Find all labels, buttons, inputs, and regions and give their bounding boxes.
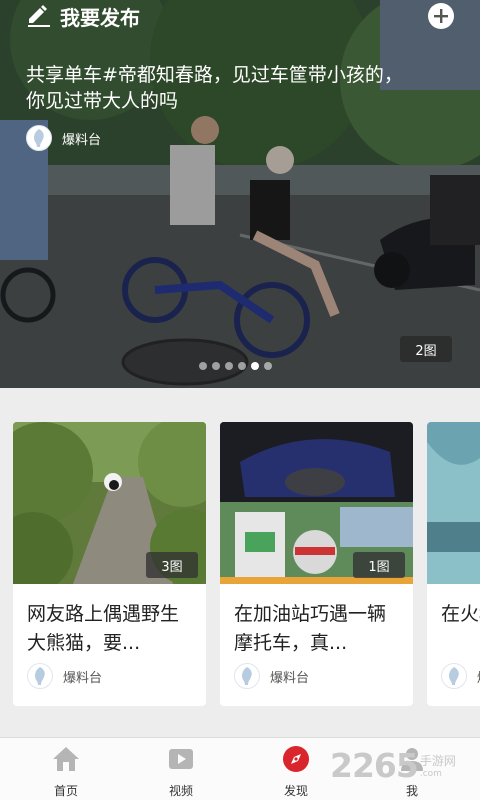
source-logo-icon	[35, 667, 45, 685]
avatar	[26, 125, 52, 151]
hero-source[interactable]: 爆料台	[26, 125, 101, 151]
carousel-indicator	[199, 362, 272, 370]
source-logo-icon	[34, 129, 44, 147]
plus-icon	[434, 9, 448, 23]
carousel-dot[interactable]	[225, 362, 233, 370]
image-count-badge: 2图	[400, 336, 452, 362]
card-title[interactable]: 网友路上偶遇野生大熊猫，要...	[27, 600, 195, 658]
card-source[interactable]: 爆料台	[27, 663, 102, 689]
carousel-dot[interactable]	[238, 362, 246, 370]
tab-home[interactable]: 首页	[36, 744, 96, 798]
news-card-row[interactable]: 3图 网友路上偶遇野生大熊猫，要... 爆料台 1图 在加油站巧遇一辆摩托车，真…	[0, 422, 480, 706]
news-card-partial[interactable]: 在火种情 爆	[427, 422, 480, 706]
tab-video[interactable]: 视频	[151, 744, 211, 798]
card-title[interactable]: 在加油站巧遇一辆摩托车，真...	[234, 600, 402, 658]
card-source[interactable]: 爆	[441, 663, 480, 689]
carousel-dot[interactable]	[264, 362, 272, 370]
tab-discover[interactable]: 发现	[266, 744, 326, 798]
tab-label: 发现	[283, 784, 308, 798]
source-logo-icon	[449, 667, 459, 685]
add-button[interactable]	[428, 3, 454, 29]
avatar	[441, 663, 467, 689]
image-count-badge: 1图	[353, 552, 405, 578]
carousel-dot[interactable]	[212, 362, 220, 370]
card-title[interactable]: 在火种情	[441, 600, 480, 629]
source-logo-icon	[242, 667, 252, 685]
source-name: 爆料台	[62, 132, 102, 148]
avatar	[234, 663, 260, 689]
carousel-dot[interactable]	[199, 362, 207, 370]
home-icon	[53, 747, 79, 771]
source-name: 爆料台	[63, 670, 103, 686]
tab-label: 首页	[53, 784, 78, 798]
image-count-badge: 3图	[146, 552, 198, 578]
compass-icon	[283, 746, 309, 772]
publish-button[interactable]: 我要发布	[26, 2, 140, 30]
video-icon	[169, 749, 193, 769]
site-watermark: 2265 手游网 .com	[330, 735, 480, 795]
publish-label: 我要发布	[60, 5, 140, 30]
avatar	[27, 663, 53, 689]
pen-icon	[28, 5, 50, 27]
hero-banner[interactable]: 我要发布 共享单车#帝都知春路，见过车筐带小孩的，你见过带大人的吗 爆料台 2图	[0, 0, 480, 388]
watermark-zh: 手游网	[419, 753, 456, 768]
card-thumbnail	[427, 422, 480, 584]
news-card[interactable]: 3图 网友路上偶遇野生大熊猫，要... 爆料台	[13, 422, 206, 706]
hero-title[interactable]: 共享单车#帝都知春路，见过车筐带小孩的，你见过带大人的吗	[26, 62, 416, 114]
watermark-en: .com	[419, 768, 442, 779]
source-name: 爆料台	[270, 670, 310, 686]
card-source[interactable]: 爆料台	[234, 663, 309, 689]
hero-overlay	[0, 0, 480, 388]
news-card[interactable]: 1图 在加油站巧遇一辆摩托车，真... 爆料台	[220, 422, 413, 706]
tab-label: 视频	[168, 784, 193, 798]
carousel-dot-active[interactable]	[251, 362, 259, 370]
watermark-number: 2265	[330, 745, 419, 785]
